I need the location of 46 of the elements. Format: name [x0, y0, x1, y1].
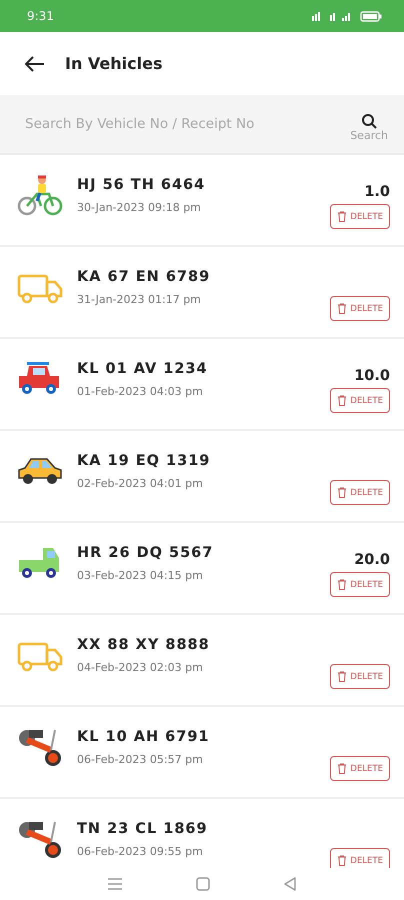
signal-icon [312, 11, 352, 21]
entry-time: 01-Feb-2023 04:03 pm [77, 384, 204, 398]
entry-time: 04-Feb-2023 02:03 pm [77, 660, 204, 674]
amount: 1.0 [364, 184, 390, 200]
trash-icon [337, 579, 348, 590]
status-time: 9:31 [27, 9, 54, 23]
search-button[interactable]: Search [348, 110, 390, 144]
trash-icon [337, 395, 348, 406]
entry-time: 02-Feb-2023 04:01 pm [77, 476, 204, 490]
trash-icon [337, 671, 348, 682]
back-icon[interactable] [283, 877, 298, 891]
battery-icon [360, 10, 382, 22]
search-icon [361, 112, 378, 128]
trash-icon [337, 487, 348, 498]
search-field[interactable]: Search By Vehicle No / Receipt No [25, 116, 348, 132]
delete-button[interactable]: DELETE [330, 204, 390, 229]
back-arrow-icon[interactable] [25, 56, 45, 72]
vehicle-number: HJ 56 TH 6464 [77, 176, 206, 192]
entry-time: 30-Jan-2023 09:18 pm [77, 200, 202, 214]
amount: 20.0 [354, 552, 390, 568]
home-icon[interactable] [196, 877, 210, 891]
trash-icon [337, 763, 348, 774]
vehicle-number: TN 23 CL 1869 [77, 820, 209, 836]
delete-button[interactable]: DELETE [330, 756, 390, 781]
vehicle-number: XX 88 XY 8888 [77, 636, 211, 652]
delete-button[interactable]: DELETE [330, 296, 390, 321]
delete-button[interactable]: DELETE [330, 664, 390, 689]
trash-icon [337, 303, 348, 314]
vehicle-number: HR 26 DQ 5567 [77, 544, 214, 560]
page-title: In Vehicles [65, 54, 162, 73]
trash-icon [337, 211, 348, 222]
delete-button[interactable]: DELETE [330, 572, 390, 597]
menu-icon[interactable] [106, 877, 123, 891]
vehicle-number: KA 67 EN 6789 [77, 268, 212, 284]
vehicle-number: KA 19 EQ 1319 [77, 452, 212, 468]
delete-button[interactable]: DELETE [330, 480, 390, 505]
delete-button[interactable]: DELETE [330, 388, 390, 413]
amount: 10.0 [354, 368, 390, 384]
entry-time: 03-Feb-2023 04:15 pm [77, 568, 204, 582]
entry-time: 06-Feb-2023 05:57 pm [77, 752, 204, 766]
vehicle-number: KL 10 AH 6791 [77, 728, 211, 744]
entry-time: 06-Feb-2023 09:55 pm [77, 844, 204, 858]
trash-icon [337, 855, 348, 866]
entry-time: 31-Jan-2023 01:17 pm [77, 292, 202, 306]
vehicle-number: KL 01 AV 1234 [77, 360, 209, 376]
delete-button[interactable]: DELETE [330, 848, 390, 868]
